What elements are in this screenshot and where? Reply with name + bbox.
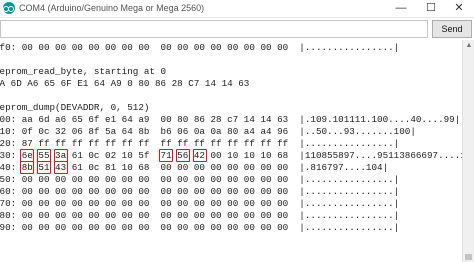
arduino-icon: [3, 2, 15, 14]
maximize-button[interactable]: ☐: [416, 0, 446, 17]
send-button[interactable]: Send: [432, 20, 472, 38]
byte-highlight-box: [53, 161, 68, 174]
serial-output-line: 010: 0f 0c 32 06 8f 5a 64 8b b6 06 0a 0a…: [0, 126, 416, 137]
serial-output-line: 080: 00 00 00 00 00 00 00 00 00 00 00 00…: [0, 210, 400, 221]
serial-output-line: eeprom_read_byte, starting at 0: [0, 66, 167, 77]
byte-highlight-box: [36, 161, 52, 174]
serial-output-area[interactable]: 1f0: 00 00 00 00 00 00 00 00 00 00 00 00…: [0, 40, 462, 262]
title-bar: COM4 (Arduino/Genuino Mega or Mega 2560)…: [0, 0, 474, 18]
serial-output-line: 1f0: 00 00 00 00 00 00 00 00 00 00 00 00…: [0, 42, 400, 53]
vertical-scrollbar[interactable]: ▲: [462, 40, 474, 262]
serial-output-line: 050: 00 00 00 00 00 00 00 00 00 00 00 00…: [0, 174, 400, 185]
window-title: COM4 (Arduino/Genuino Mega or Mega 2560): [19, 3, 205, 13]
serial-send-input[interactable]: [0, 20, 428, 38]
serial-output-line: AA 6D A6 65 6F E1 64 A9 0 80 86 28 C7 14…: [0, 78, 250, 89]
serial-output-line: 090: 00 00 00 00 00 00 00 00 00 00 00 00…: [0, 222, 400, 233]
serial-output-line: 060: 00 00 00 00 00 00 00 00 00 00 00 00…: [0, 186, 400, 197]
minimize-button[interactable]: —: [386, 0, 416, 17]
scroll-thumb[interactable]: [465, 254, 472, 260]
serial-output-line: 030: 6e 55 3a 61 0c 02 10 5f 71 56 42 00…: [0, 150, 462, 161]
close-button[interactable]: ✕: [444, 0, 474, 17]
serial-output-line: eeprom_dump(DEVADDR, 0, 512): [0, 102, 150, 113]
serial-output-line: 070: 00 00 00 00 00 00 00 00 00 00 00 00…: [0, 198, 400, 209]
serial-output-line: 000: aa 6d a6 65 6f e1 64 a9 00 80 86 28…: [0, 114, 461, 125]
byte-highlight-box: [192, 149, 207, 162]
byte-highlight-box: [20, 161, 35, 174]
byte-highlight-box: [175, 149, 190, 162]
scroll-up-arrow-icon[interactable]: ▲: [464, 41, 474, 51]
byte-highlight-box: [159, 149, 174, 162]
